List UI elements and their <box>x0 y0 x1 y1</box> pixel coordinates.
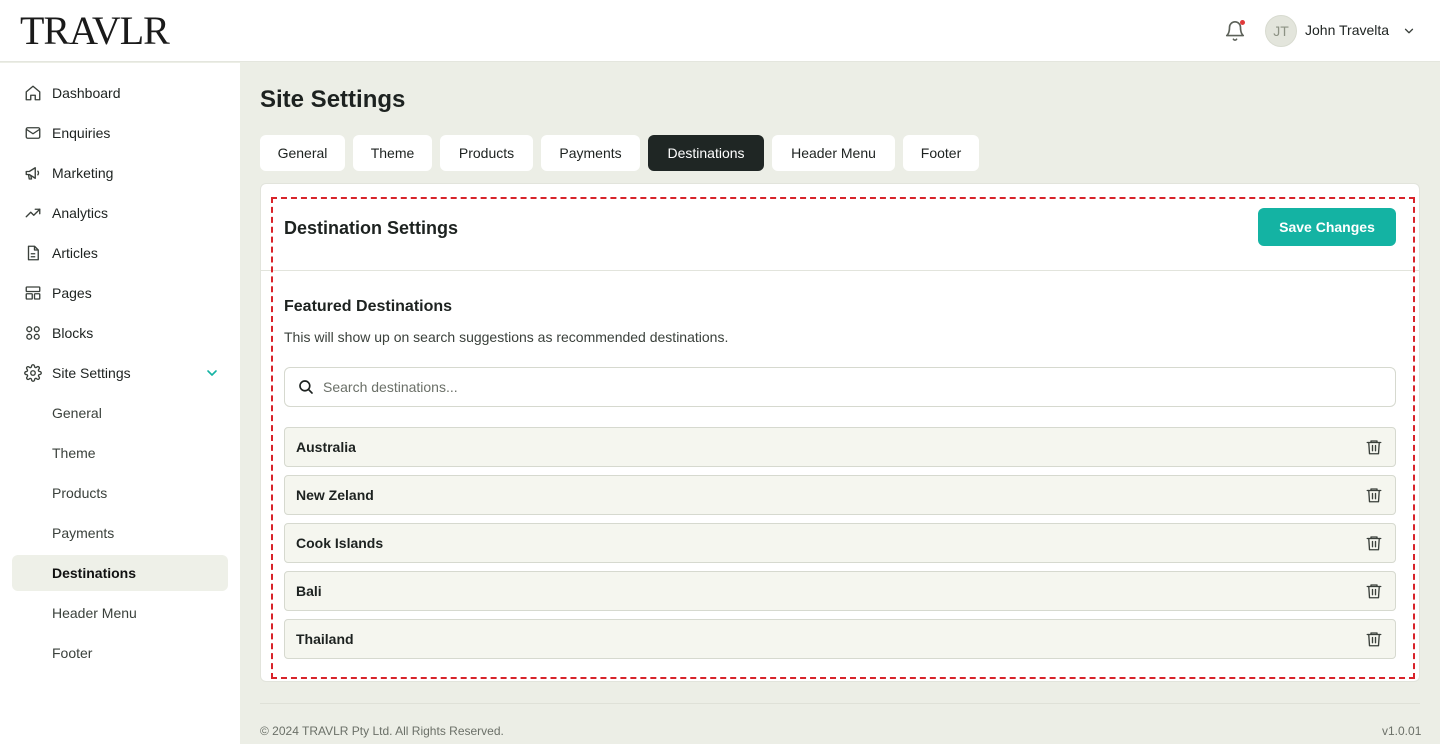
footer-divider <box>260 703 1420 704</box>
top-bar: TRAVLR JT John Travelta <box>0 0 1440 62</box>
divider <box>261 270 1419 271</box>
destination-row-new-zeland[interactable]: New Zeland <box>284 475 1396 515</box>
sidebar-item-label: Site Settings <box>52 365 131 381</box>
tab-products[interactable]: Products <box>440 135 533 171</box>
mail-icon <box>25 127 41 139</box>
file-icon <box>27 245 39 261</box>
card-title: Destination Settings <box>284 218 459 238</box>
save-changes-button[interactable]: Save Changes <box>1258 208 1396 246</box>
section-description: This will show up on search suggestions … <box>284 329 729 345</box>
sidebar-item-label: Dashboard <box>52 85 121 101</box>
destination-name: Thailand <box>296 631 354 647</box>
destination-row-australia[interactable]: Australia <box>284 427 1396 467</box>
sidebar-subitem-header-menu[interactable]: Header Menu <box>12 595 228 631</box>
layout-icon <box>25 286 41 300</box>
trash-icon[interactable] <box>1365 534 1383 552</box>
tab-general[interactable]: General <box>260 135 345 171</box>
tab-header-menu[interactable]: Header Menu <box>772 135 895 171</box>
user-name[interactable]: John Travelta <box>1305 22 1389 38</box>
tab-footer[interactable]: Footer <box>903 135 979 171</box>
destination-row-thailand[interactable]: Thailand <box>284 619 1396 659</box>
sidebar-item-articles[interactable]: Articles <box>12 235 228 271</box>
sidebar-subitem-label: Header Menu <box>52 605 137 621</box>
sidebar-item-analytics[interactable]: Analytics <box>12 195 228 231</box>
home-icon <box>25 85 41 101</box>
destination-row-cook-islands[interactable]: Cook Islands <box>284 523 1396 563</box>
sidebar-subitem-label: Footer <box>52 645 93 661</box>
sidebar-subitem-footer[interactable]: Footer <box>12 635 228 671</box>
destination-name: Australia <box>296 439 356 455</box>
trash-icon[interactable] <box>1365 582 1383 600</box>
sidebar-subitem-label: Destinations <box>52 565 137 581</box>
page-title: Site Settings <box>260 86 406 113</box>
destination-name: New Zeland <box>296 487 374 503</box>
gear-icon <box>24 364 42 382</box>
sidebar-item-blocks[interactable]: Blocks <box>12 315 228 351</box>
destination-name: Bali <box>296 583 322 599</box>
sidebar-item-label: Pages <box>52 285 92 301</box>
destination-row-bali[interactable]: Bali <box>284 571 1396 611</box>
sidebar-subitem-payments[interactable]: Payments <box>12 515 228 551</box>
notification-dot <box>1240 20 1245 25</box>
sidebar-subitem-label: Theme <box>52 445 96 461</box>
search-field[interactable] <box>284 367 1396 407</box>
destination-name: Cook Islands <box>296 535 384 551</box>
sidebar-item-label: Marketing <box>52 165 114 181</box>
section-title: Featured Destinations <box>284 298 453 315</box>
search-icon <box>299 380 313 394</box>
sidebar-subitem-label: Payments <box>52 525 115 541</box>
sidebar-subitem-products[interactable]: Products <box>12 475 228 511</box>
search-input[interactable] <box>323 369 1383 405</box>
grid-icon <box>26 326 40 340</box>
sidebar-item-label: Articles <box>52 245 98 261</box>
chevron-down-icon[interactable] <box>1402 24 1416 38</box>
sidebar-subitem-destinations[interactable]: Destinations <box>12 555 228 591</box>
sidebar-subitem-label: Products <box>52 485 108 501</box>
version-text: v1.0.01 <box>1382 724 1422 738</box>
sidebar-subitem-label: General <box>52 405 102 421</box>
sidebar-item-dashboard[interactable]: Dashboard <box>12 75 228 111</box>
sidebar-item-enquiries[interactable]: Enquiries <box>12 115 228 151</box>
sidebar-item-label: Blocks <box>52 325 94 341</box>
avatar[interactable]: JT <box>1265 15 1297 47</box>
copyright-text: © 2024 TRAVLR Pty Ltd. All Rights Reserv… <box>260 724 504 738</box>
tab-theme[interactable]: Theme <box>353 135 432 171</box>
sidebar-item-site-settings[interactable]: Site Settings <box>12 355 228 391</box>
sidebar-item-label: Enquiries <box>52 125 111 141</box>
sidebar: Dashboard Enquiries Marketing Analytics … <box>0 63 240 744</box>
megaphone-icon <box>25 167 40 180</box>
sidebar-item-pages[interactable]: Pages <box>12 275 228 311</box>
tab-destinations[interactable]: Destinations <box>648 135 764 171</box>
sidebar-subitem-general[interactable]: General <box>12 395 228 431</box>
trending-up-icon <box>25 208 41 218</box>
tab-payments[interactable]: Payments <box>541 135 640 171</box>
sidebar-item-label: Analytics <box>52 205 109 221</box>
sidebar-item-marketing[interactable]: Marketing <box>12 155 228 191</box>
sidebar-subitem-theme[interactable]: Theme <box>12 435 228 471</box>
chevron-down-icon[interactable] <box>204 365 220 381</box>
trash-icon[interactable] <box>1365 630 1383 648</box>
trash-icon[interactable] <box>1365 486 1383 504</box>
logo[interactable]: TRAVLR <box>20 10 170 52</box>
trash-icon[interactable] <box>1365 438 1383 456</box>
